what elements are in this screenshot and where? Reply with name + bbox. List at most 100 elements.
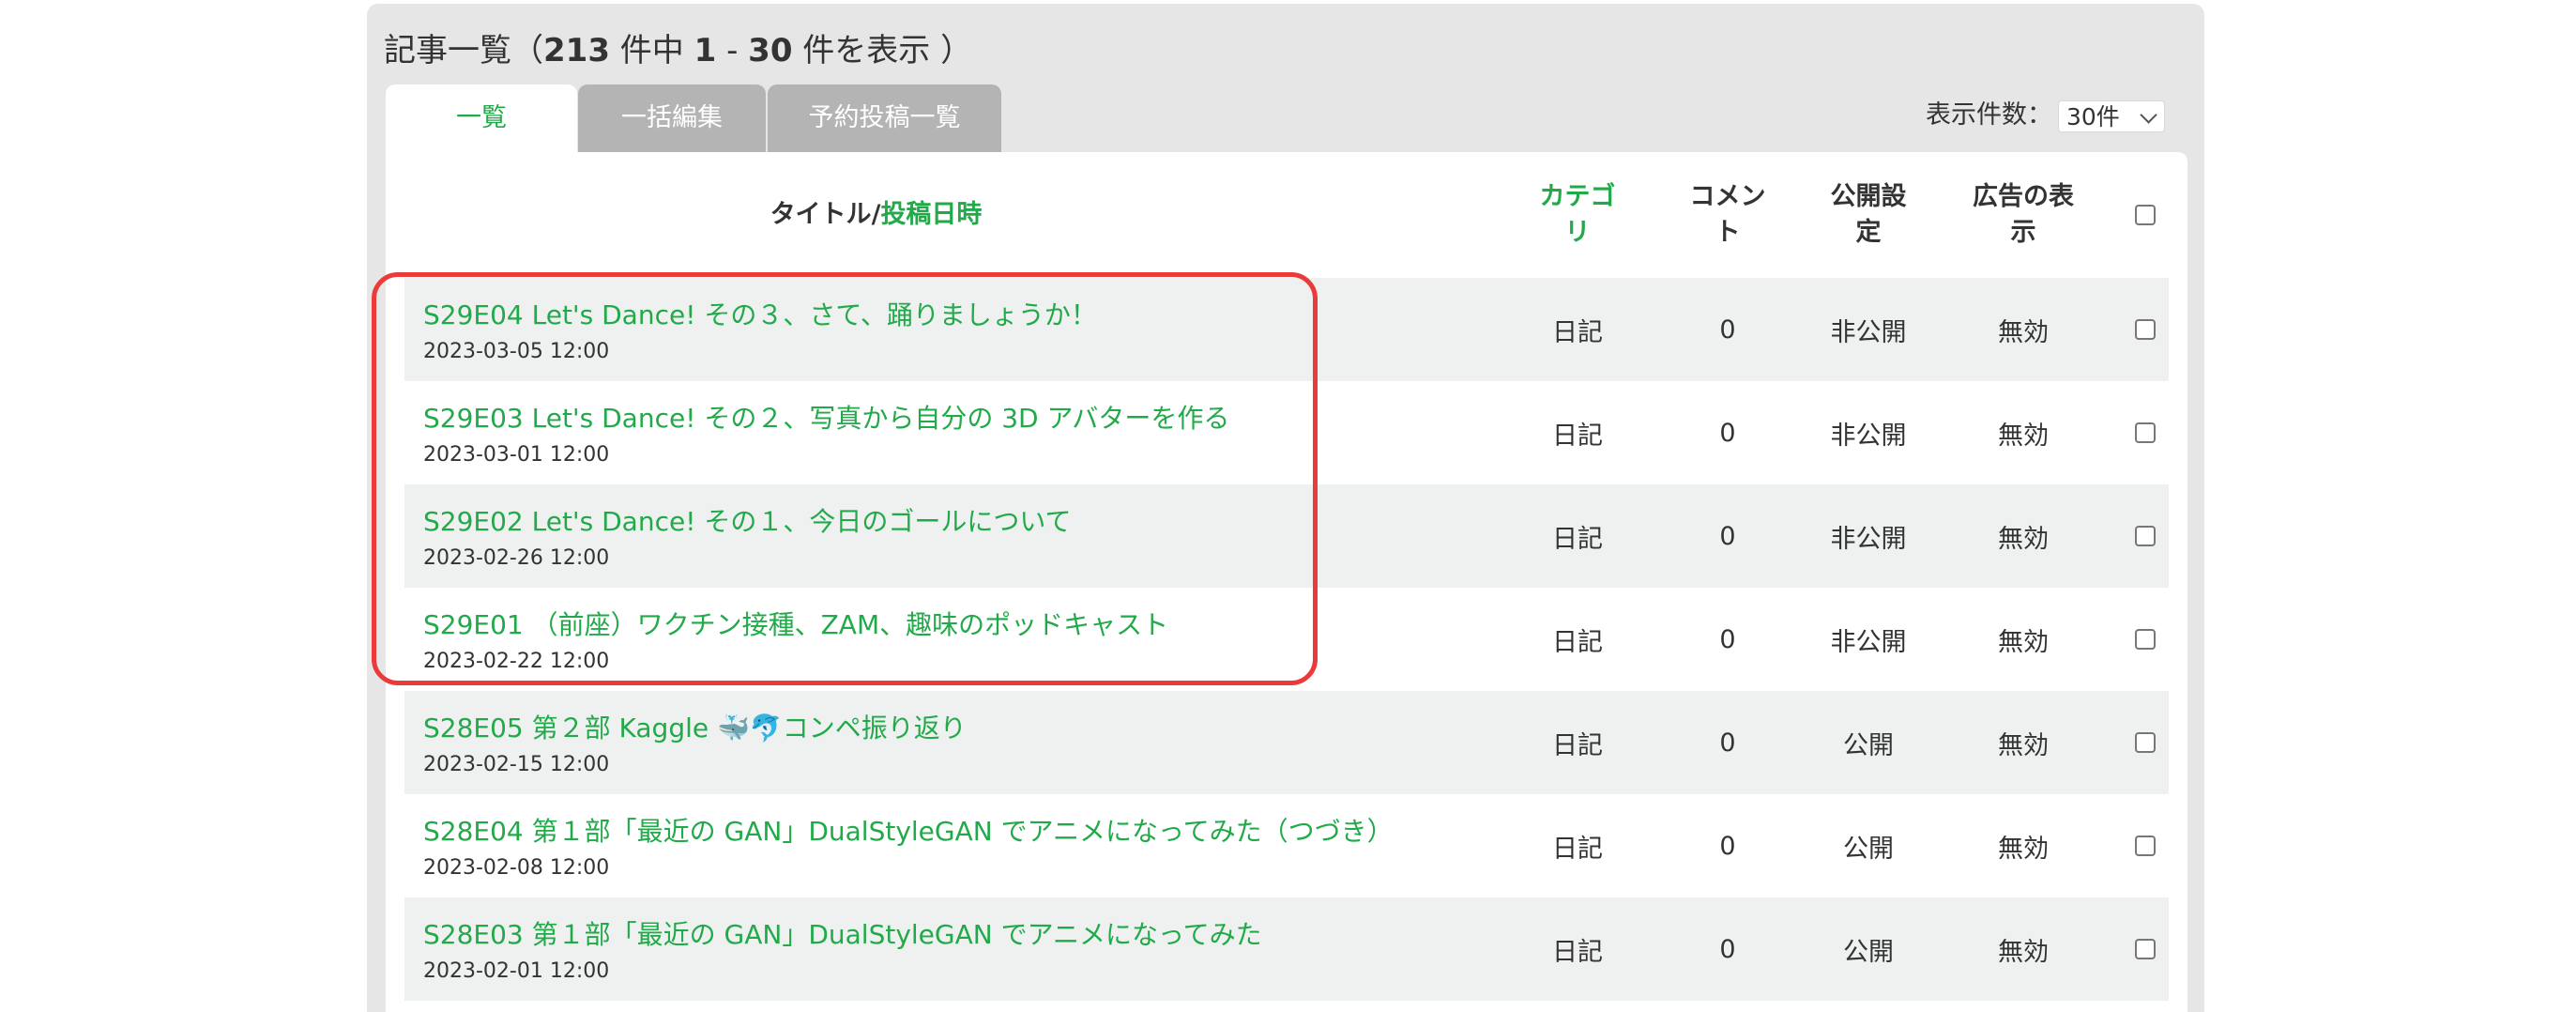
article-category: 日記: [1552, 421, 1603, 451]
article-visibility: 非公開: [1830, 627, 1907, 657]
article-comments: 0: [1719, 624, 1736, 654]
article-comments: 0: [1719, 831, 1736, 861]
table-row: S29E03 Let's Dance! その２、写真から自分の 3D アバターを…: [404, 381, 2169, 484]
table-row: S28E04 第１部「最近の GAN」DualStyleGAN でアニメになって…: [404, 794, 2169, 897]
article-visibility: 非公開: [1830, 421, 1907, 451]
row-checkbox-cell: [2122, 278, 2169, 381]
select-all-checkbox[interactable]: [2135, 205, 2156, 225]
article-comments: 0: [1719, 728, 1736, 758]
article-title-link[interactable]: S29E01 （前座）ワクチン接種、ZAM、趣味のポッドキャスト: [423, 605, 1168, 642]
per-page-label: 表示件数：: [1926, 100, 2052, 130]
range-from: 1: [694, 32, 717, 69]
range-dash: -: [716, 32, 749, 69]
header-comments-line2: ト: [1715, 218, 1741, 247]
article-title-link[interactable]: S29E03 Let's Dance! その２、写真から自分の 3D アバターを…: [423, 398, 1229, 436]
header-separator: /: [871, 200, 881, 229]
table-row: S29E04 Let's Dance! その３、さて、踊りましょうか！ 2023…: [404, 278, 2169, 381]
range-to: 30: [748, 32, 793, 69]
row-checkbox-cell: [2122, 897, 2169, 1001]
header-comments-line1: コメン: [1689, 182, 1766, 211]
per-page-selected-value: 30件: [2066, 102, 2120, 130]
row-checkbox-cell: [2122, 691, 2169, 794]
header-ads-line2: 示: [2010, 218, 2036, 247]
article-category: 日記: [1552, 317, 1603, 347]
article-title-link[interactable]: S29E04 Let's Dance! その３、さて、踊りましょうか！: [423, 295, 1097, 332]
header-category[interactable]: カテゴ リ: [1517, 152, 1639, 278]
tab-bulk-edit[interactable]: 一括編集: [578, 84, 766, 152]
article-table: タイトル / 投稿日時 カテゴ リ コメン ト 公開設 定 広告の表 示 S29…: [386, 152, 2187, 1012]
article-date: 2023-02-26 12:00: [423, 546, 610, 570]
article-date: 2023-02-01 12:00: [423, 959, 610, 983]
article-title-link[interactable]: S29E02 Let's Dance! その１、今日のゴールについて: [423, 501, 1072, 539]
row-checkbox[interactable]: [2135, 422, 2156, 443]
header-visibility-line2: 定: [1855, 218, 1882, 247]
tab-list[interactable]: 一覧: [386, 84, 577, 152]
article-ads: 無効: [1998, 421, 2049, 451]
title-mid: 件中: [609, 32, 694, 69]
article-title-link[interactable]: S28E03 第１部「最近の GAN」DualStyleGAN でアニメになって…: [423, 914, 1262, 952]
article-visibility: 公開: [1843, 730, 1894, 760]
row-checkbox-cell: [2122, 588, 2169, 691]
article-ads: 無効: [1998, 317, 2049, 347]
per-page-control: 表示件数： 30件: [1926, 94, 2165, 132]
header-title-label: タイトル: [770, 200, 872, 229]
article-comments: 0: [1719, 314, 1736, 345]
total-count: 213: [543, 32, 610, 69]
table-row: S28E03 第１部「最近の GAN」DualStyleGAN でアニメになって…: [404, 897, 2169, 1001]
article-category: 日記: [1552, 937, 1603, 967]
row-checkbox[interactable]: [2135, 319, 2156, 340]
header-visibility-line1: 公開設: [1830, 182, 1907, 211]
article-title-link[interactable]: S28E04 第１部「最近の GAN」DualStyleGAN でアニメになって…: [423, 811, 1394, 849]
article-title-link[interactable]: S28E05 第２部 Kaggle 🐳🐬コンペ振り返り: [423, 708, 967, 745]
header-title: タイトル / 投稿日時: [404, 152, 1348, 278]
row-checkbox[interactable]: [2135, 526, 2156, 546]
header-comments: コメン ト: [1657, 152, 1798, 278]
article-comments: 0: [1719, 934, 1736, 964]
row-checkbox-cell: [2122, 484, 2169, 588]
row-checkbox[interactable]: [2135, 732, 2156, 753]
row-checkbox[interactable]: [2135, 939, 2156, 959]
article-date: 2023-03-01 12:00: [423, 443, 610, 467]
article-category: 日記: [1552, 627, 1603, 657]
article-visibility: 公開: [1843, 937, 1894, 967]
article-category: 日記: [1552, 730, 1603, 760]
article-ads: 無効: [1998, 524, 2049, 554]
article-date: 2023-02-08 12:00: [423, 856, 610, 880]
article-category: 日記: [1552, 524, 1603, 554]
table-row: S28E05 第２部 Kaggle 🐳🐬コンペ振り返り 2023-02-15 1…: [404, 691, 2169, 794]
header-visibility: 公開設 定: [1798, 152, 1939, 278]
article-date: 2023-03-05 12:00: [423, 340, 610, 363]
title-suffix: 件を表示 ）: [792, 32, 973, 69]
chevron-down-icon: [2140, 105, 2157, 124]
row-checkbox-cell: [2122, 794, 2169, 897]
header-ads-line1: 広告の表: [1973, 182, 2074, 211]
header-category-line1: カテゴ: [1539, 182, 1616, 211]
article-visibility: 非公開: [1830, 524, 1907, 554]
header-ads: 広告の表 示: [1939, 152, 2108, 278]
table-row: S29E01 （前座）ワクチン接種、ZAM、趣味のポッドキャスト 2023-02…: [404, 588, 2169, 691]
article-list-panel: 記事一覧（213 件中 1 - 30 件を表示 ） 一覧 一括編集 予約投稿一覧…: [367, 4, 2204, 1012]
article-comments: 0: [1719, 418, 1736, 448]
article-ads: 無効: [1998, 627, 2049, 657]
title-prefix: 記事一覧（: [384, 32, 543, 69]
article-visibility: 非公開: [1830, 317, 1907, 347]
row-checkbox-cell: [2122, 381, 2169, 484]
per-page-select[interactable]: 30件: [2058, 100, 2165, 132]
article-ads: 無効: [1998, 834, 2049, 864]
row-checkbox[interactable]: [2135, 836, 2156, 856]
row-checkbox[interactable]: [2135, 629, 2156, 650]
header-category-line2: リ: [1564, 218, 1591, 247]
article-date: 2023-02-15 12:00: [423, 753, 610, 776]
table-row: S29E02 Let's Dance! その１、今日のゴールについて 2023-…: [404, 484, 2169, 588]
header-posted-sort[interactable]: 投稿日時: [880, 197, 982, 233]
tab-scheduled-posts[interactable]: 予約投稿一覧: [768, 84, 1001, 152]
article-ads: 無効: [1998, 730, 2049, 760]
article-category: 日記: [1552, 834, 1603, 864]
header-select-all: [2122, 152, 2169, 278]
article-date: 2023-02-22 12:00: [423, 650, 610, 673]
article-ads: 無効: [1998, 937, 2049, 967]
article-visibility: 公開: [1843, 834, 1894, 864]
page-title: 記事一覧（213 件中 1 - 30 件を表示 ）: [384, 24, 972, 70]
article-comments: 0: [1719, 521, 1736, 551]
table-header: タイトル / 投稿日時 カテゴ リ コメン ト 公開設 定 広告の表 示: [386, 152, 2187, 278]
